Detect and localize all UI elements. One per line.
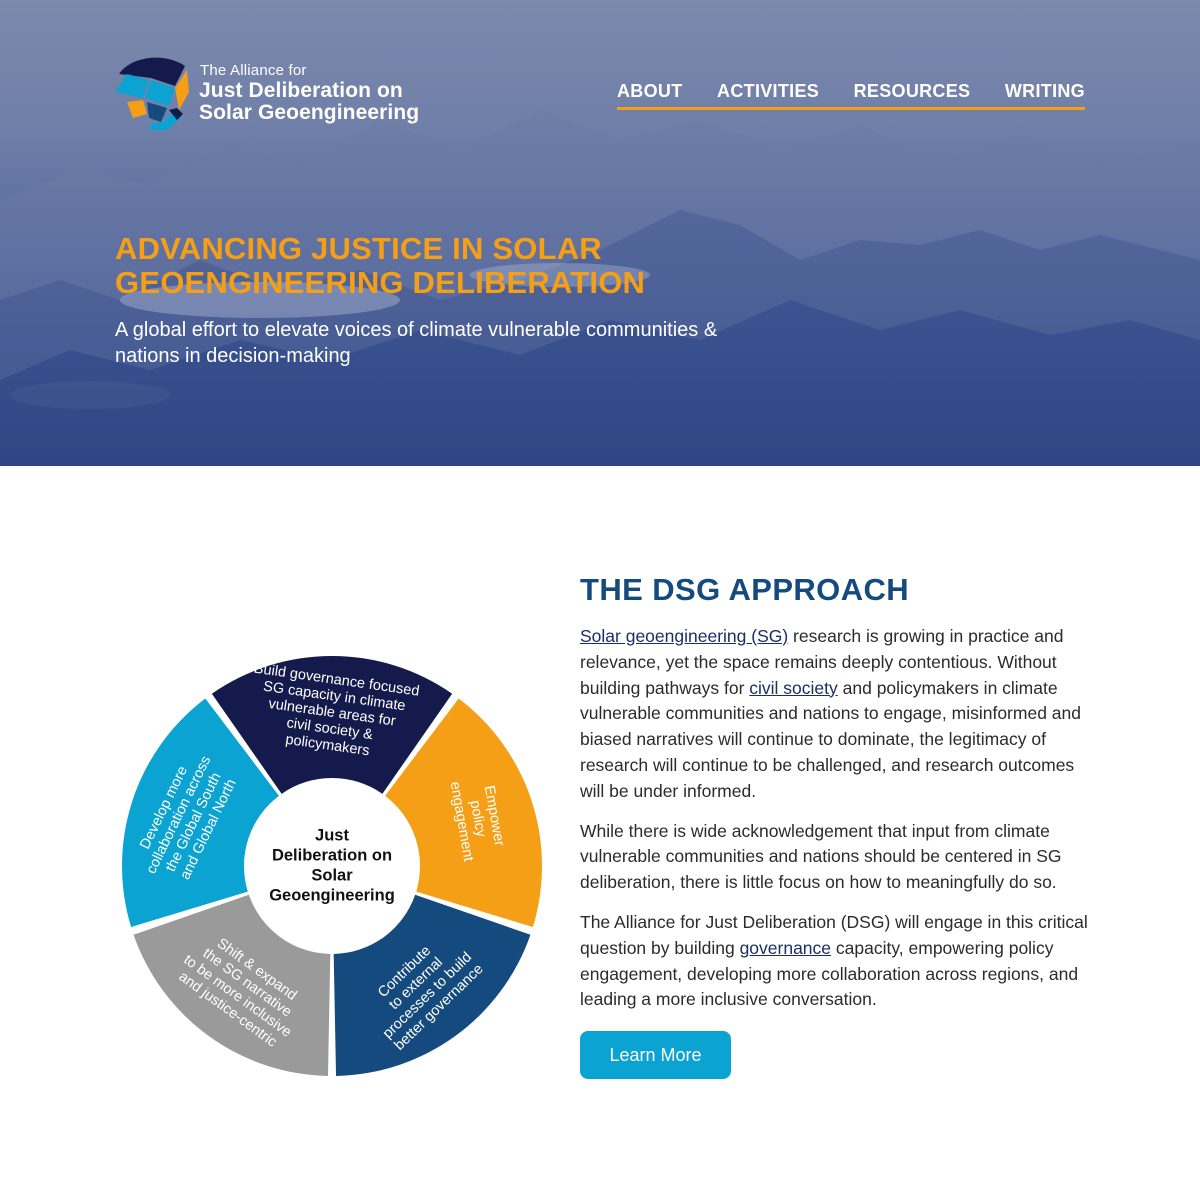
approach-paragraph-3: The Alliance for Just Deliberation (DSG)… <box>580 910 1100 1013</box>
hero-title-line1: ADVANCING JUSTICE IN SOLAR <box>115 231 602 266</box>
hero-subtitle-line2: nations in decision-making <box>115 345 351 367</box>
civil-society-link[interactable]: civil society <box>749 678 838 698</box>
approach-paragraph-1: Solar geoengineering (SG) research is gr… <box>580 624 1100 805</box>
solar-geoengineering-link[interactable]: Solar geoengineering (SG) <box>580 626 788 646</box>
wheel-center-label: Deliberation on <box>272 846 392 864</box>
hero-banner: The Alliance for Just Deliberation on So… <box>0 0 1200 466</box>
wheel-center-label: Solar <box>311 866 353 884</box>
wheel-center-label: Geoengineering <box>269 886 395 904</box>
hero-subtitle: A global effort to elevate voices of cli… <box>115 317 875 369</box>
hero-title-line2: GEOENGINEERING DELIBERATION <box>115 265 646 300</box>
learn-more-button[interactable]: Learn More <box>580 1031 731 1080</box>
governance-link[interactable]: governance <box>740 938 831 958</box>
wheel-center-label: Just <box>315 826 349 844</box>
logo-mark-icon <box>115 57 189 130</box>
logo-text-small: The Alliance for <box>200 62 307 79</box>
nav-about[interactable]: ABOUT <box>617 80 683 107</box>
wheel-diagram: Build governance focusedSG capacity in c… <box>121 656 542 1076</box>
nav-activities[interactable]: ACTIVITIES <box>717 80 819 107</box>
main-nav: ABOUT ACTIVITIES RESOURCES WRITING <box>617 80 1085 110</box>
hero-title: ADVANCING JUSTICE IN SOLAR GEOENGINEERIN… <box>115 232 755 300</box>
site-logo[interactable]: The Alliance for Just Deliberation on So… <box>113 52 453 132</box>
nav-writing[interactable]: WRITING <box>1005 80 1085 107</box>
approach-section: THE DSG APPROACH Solar geoengineering (S… <box>580 572 1100 1080</box>
approach-heading: THE DSG APPROACH <box>580 572 910 607</box>
nav-resources[interactable]: RESOURCES <box>854 80 971 107</box>
dsg-approach-wheel: Build governance focused SG capacity in c… <box>121 656 542 1076</box>
logo-text-line2: Solar Geoengineering <box>199 101 420 124</box>
approach-paragraph-2: While there is wide acknowledgement that… <box>580 820 1062 893</box>
hero-subtitle-line1: A global effort to elevate voices of cli… <box>115 319 718 341</box>
logo-text-line1: Just Deliberation on <box>199 79 403 102</box>
